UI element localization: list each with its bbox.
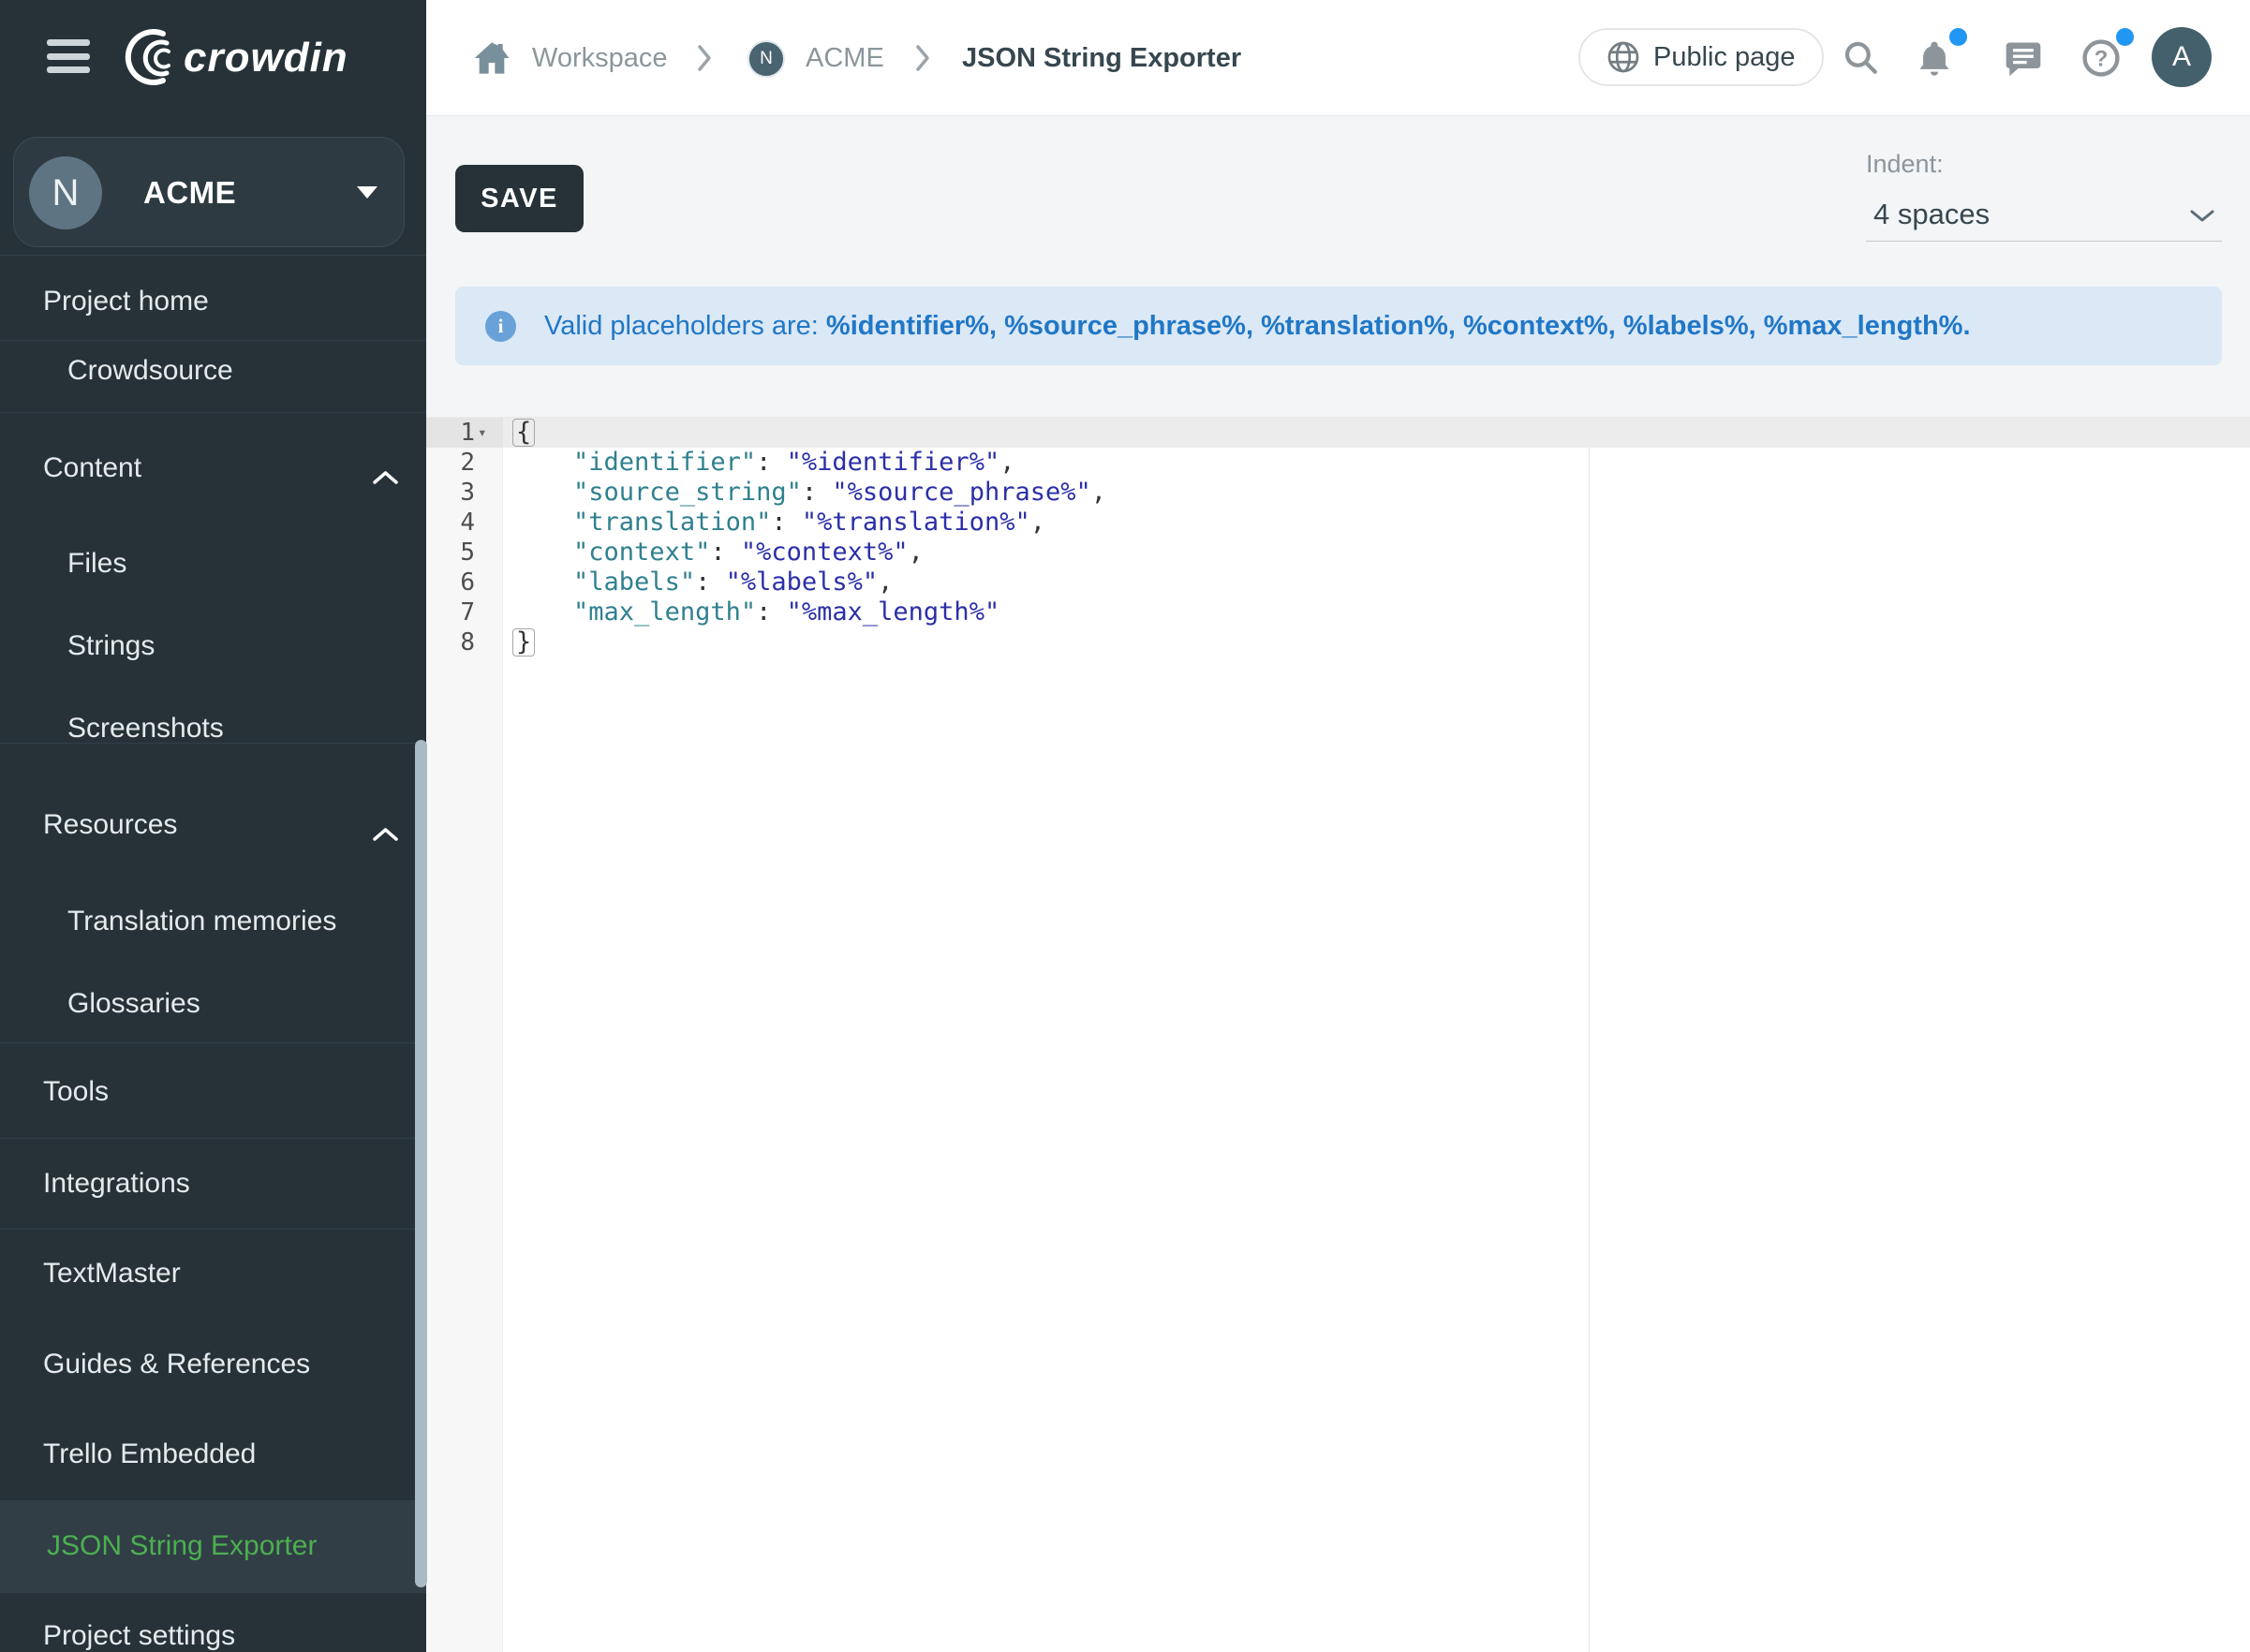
line-number: 6: [460, 568, 475, 597]
sidebar-item-files[interactable]: Files: [0, 529, 426, 598]
search-icon[interactable]: [1841, 37, 1880, 81]
banner-text: Valid placeholders are: %identifier%, %s…: [544, 311, 1971, 342]
code-editor[interactable]: 1▾ { 2 "identifier": "%identifier%", 3 "…: [426, 417, 2250, 1652]
sidebar-item-glossaries[interactable]: Glossaries: [0, 969, 426, 1039]
sidebar-item-trello-embedded[interactable]: Trello Embedded: [0, 1420, 426, 1489]
chevron-right-icon: [695, 42, 714, 79]
line-number: 2: [460, 449, 475, 477]
sidebar-item-project-settings[interactable]: Project settings: [0, 1601, 426, 1652]
line-number: 7: [460, 598, 475, 627]
sidebar-item-project-home[interactable]: Project home: [0, 267, 426, 336]
sidebar-scrollbar[interactable]: [415, 740, 427, 1587]
page-title: JSON String Exporter: [962, 0, 1241, 116]
code-line[interactable]: 6 "labels": "%labels%",: [426, 568, 2250, 597]
chevron-down-icon: [2190, 210, 2214, 228]
public-page-button[interactable]: Public page: [1578, 28, 1824, 86]
sidebar-item-json-string-exporter[interactable]: JSON String Exporter: [0, 1500, 426, 1592]
code-line[interactable]: 4 "translation": "%translation%",: [426, 508, 2250, 538]
code-line[interactable]: 3 "source_string": "%source_phrase%",: [426, 478, 2250, 508]
indent-label: Indent:: [1866, 150, 1944, 179]
main-content: SAVE Indent: 4 spaces i Valid placeholde…: [426, 116, 2250, 1652]
hamburger-menu-icon[interactable]: [47, 39, 90, 73]
divider: [0, 1592, 426, 1593]
crowdin-app: crowdin N ACME Project home Crowdsource …: [0, 0, 2250, 1652]
org-selector[interactable]: N ACME: [13, 137, 405, 247]
org-name: ACME: [143, 138, 236, 248]
code-line[interactable]: 8 }: [426, 627, 2250, 657]
sidebar-item-textmaster[interactable]: TextMaster: [0, 1239, 426, 1308]
sidebar-item-crowdsource[interactable]: Crowdsource: [0, 336, 426, 406]
line-number: 3: [460, 479, 475, 507]
org-avatar: N: [29, 156, 102, 229]
sidebar-item-strings[interactable]: Strings: [0, 612, 426, 681]
top-bar: Workspace N ACME JSON String Exporter Pu…: [426, 0, 2250, 116]
save-button[interactable]: SAVE: [455, 165, 584, 232]
breadcrumb-project-avatar[interactable]: N: [748, 40, 785, 78]
divider: [0, 743, 426, 744]
help-icon[interactable]: ?: [2080, 37, 2122, 83]
chevron-right-icon: [913, 42, 932, 79]
sidebar-item-integrations[interactable]: Integrations: [0, 1149, 426, 1218]
divider: [0, 255, 426, 256]
info-icon: i: [485, 311, 516, 342]
open-brace: {: [512, 419, 535, 447]
code-line[interactable]: 7 "max_length": "%max_length%": [426, 597, 2250, 627]
notification-badge: [1949, 28, 1967, 46]
chevron-up-icon: [373, 461, 398, 493]
code-line[interactable]: 1▾ {: [426, 418, 2250, 448]
help-badge: [2116, 28, 2134, 46]
divider: [0, 1229, 426, 1230]
svg-text:crowdin: crowdin: [184, 35, 348, 81]
chevron-up-icon: [373, 818, 398, 849]
sidebar-item-guides-references[interactable]: Guides & References: [0, 1330, 426, 1399]
line-number: 5: [460, 538, 475, 567]
fold-arrow-icon[interactable]: ▾: [478, 418, 490, 448]
indent-value: 4 spaces: [1873, 187, 1990, 242]
sidebar-item-content[interactable]: Content: [0, 434, 426, 503]
notifications-bell-icon[interactable]: [1914, 37, 1955, 83]
sidebar-item-tools[interactable]: Tools: [0, 1057, 426, 1127]
line-number: 8: [460, 628, 475, 656]
divider: [0, 412, 426, 413]
code-line[interactable]: 5 "context": "%context%",: [426, 538, 2250, 568]
code-line[interactable]: 2 "identifier": "%identifier%",: [426, 448, 2250, 478]
sidebar-item-screenshots[interactable]: Screenshots: [0, 694, 426, 763]
close-brace: }: [512, 628, 535, 656]
indent-select[interactable]: 4 spaces: [1866, 187, 2222, 242]
sidebar: crowdin N ACME Project home Crowdsource …: [0, 0, 426, 1652]
sidebar-item-translation-memories[interactable]: Translation memories: [0, 887, 426, 956]
divider: [0, 1042, 426, 1043]
sidebar-item-resources[interactable]: Resources: [0, 790, 426, 860]
line-number: 1: [460, 419, 475, 447]
user-avatar[interactable]: A: [2152, 27, 2212, 87]
crowdin-logo[interactable]: crowdin: [114, 22, 395, 94]
breadcrumb-project[interactable]: ACME: [806, 0, 884, 116]
svg-text:?: ?: [2095, 46, 2109, 71]
home-icon[interactable]: [473, 39, 511, 81]
divider: [0, 1138, 426, 1139]
line-number: 4: [460, 509, 475, 537]
caret-down-icon: [357, 186, 377, 199]
breadcrumb-workspace[interactable]: Workspace: [532, 0, 668, 116]
globe-icon: [1606, 40, 1640, 74]
messages-icon[interactable]: [2003, 37, 2044, 83]
info-banner: i Valid placeholders are: %identifier%, …: [455, 287, 2222, 365]
